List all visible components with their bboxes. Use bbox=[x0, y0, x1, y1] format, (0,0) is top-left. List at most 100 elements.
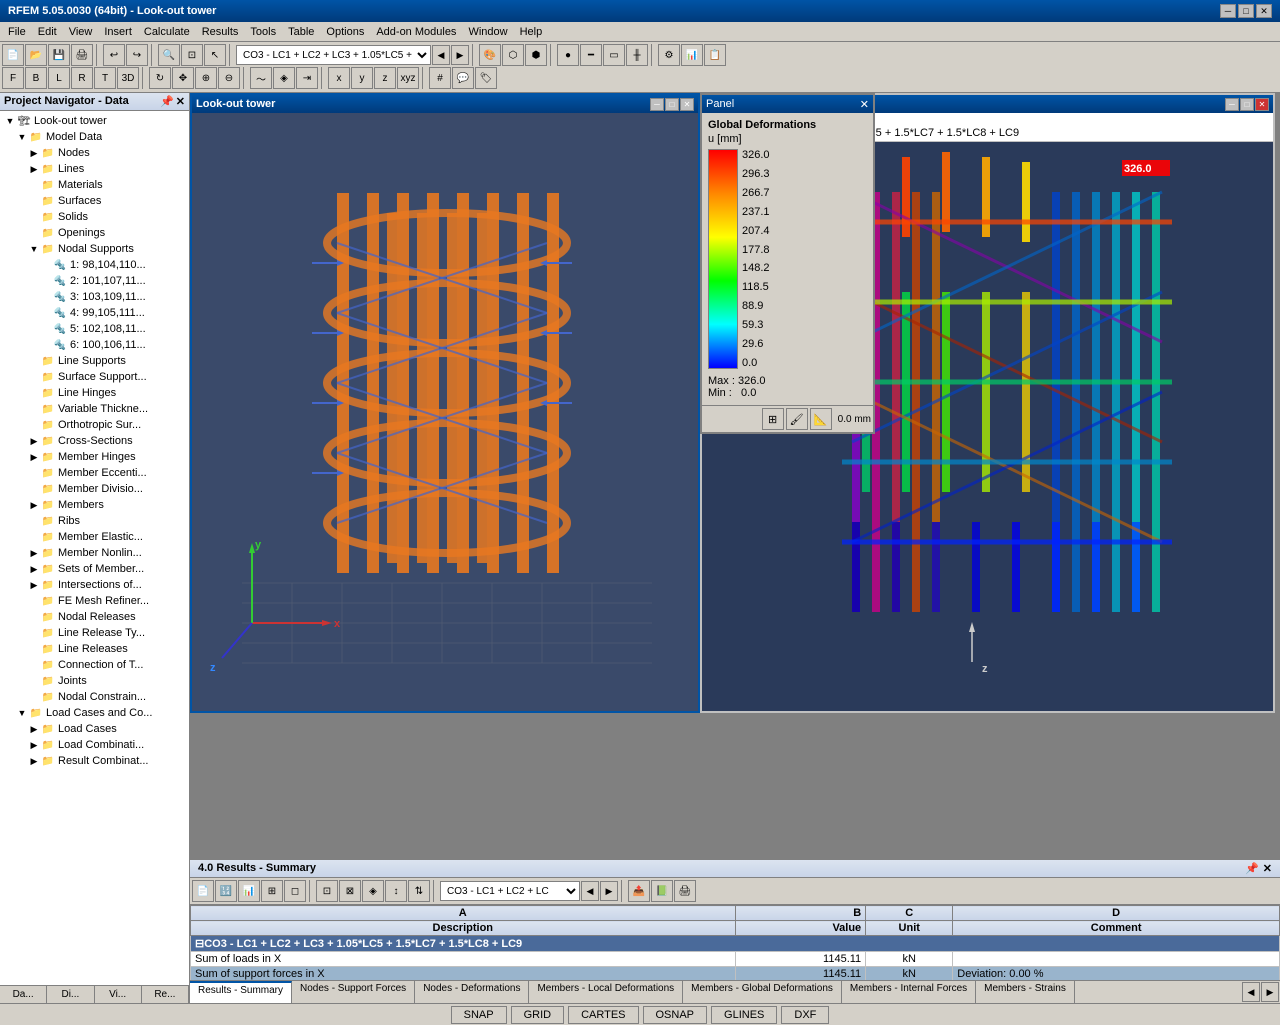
panel-icon-paint[interactable]: 🖌 bbox=[786, 408, 808, 430]
tree-ns-2[interactable]: 🔩 2: 101,107,11... bbox=[38, 273, 187, 289]
results-tab-node-deform[interactable]: Nodes - Deformations bbox=[415, 981, 529, 1003]
res-tb-print[interactable]: 🖨 bbox=[674, 880, 696, 902]
res-tb-4[interactable]: ⊞ bbox=[261, 880, 283, 902]
tree-intersections[interactable]: ▶ 📁 Intersections of... bbox=[26, 577, 187, 593]
nav-tab-vi[interactable]: Vi... bbox=[95, 986, 142, 1003]
tree-load-cases[interactable]: ▼ 📁 Load Cases and Co... bbox=[14, 705, 187, 721]
glines-btn[interactable]: GLINES bbox=[711, 1006, 777, 1024]
results-tab-member-local[interactable]: Members - Local Deformations bbox=[529, 981, 683, 1003]
pan-btn[interactable]: ✥ bbox=[172, 67, 194, 89]
y-btn[interactable]: y bbox=[351, 67, 373, 89]
results-tab-summary[interactable]: Results - Summary bbox=[190, 981, 292, 1003]
zoom-out-btn[interactable]: ⊖ bbox=[218, 67, 240, 89]
osnap-btn[interactable]: OSNAP bbox=[643, 1006, 708, 1024]
res-tb-5[interactable]: ◻ bbox=[284, 880, 306, 902]
tree-nodal-sup[interactable]: ▼ 📁 Nodal Supports bbox=[26, 241, 187, 257]
stress-btn[interactable]: ◈ bbox=[273, 67, 295, 89]
redo-btn[interactable]: ↪ bbox=[126, 44, 148, 66]
tree-openings[interactable]: 📁 Openings bbox=[26, 225, 187, 241]
back-view-btn[interactable]: B bbox=[25, 67, 47, 89]
deform-btn[interactable]: 〜 bbox=[250, 67, 272, 89]
nav-tab-da[interactable]: Da... bbox=[0, 986, 47, 1003]
panel-icon-ruler[interactable]: 📐 bbox=[810, 408, 832, 430]
front-view-btn[interactable]: F bbox=[2, 67, 24, 89]
menu-calculate[interactable]: Calculate bbox=[138, 24, 196, 40]
results-tab-member-strains[interactable]: Members - Strains bbox=[976, 981, 1075, 1003]
res-tb-2[interactable]: 🔢 bbox=[215, 880, 237, 902]
tree-ns-3[interactable]: 🔩 3: 103,109,11... bbox=[38, 289, 187, 305]
tree-nodal-rel[interactable]: 📁 Nodal Releases bbox=[26, 609, 187, 625]
mdi-close-left[interactable]: ✕ bbox=[680, 98, 694, 111]
tree-line-hinges[interactable]: 📁 Line Hinges bbox=[26, 385, 187, 401]
snap-btn[interactable]: SNAP bbox=[451, 1006, 507, 1024]
render-btn[interactable]: 🎨 bbox=[479, 44, 501, 66]
tree-lc-cases[interactable]: ▶ 📁 Load Cases bbox=[26, 721, 187, 737]
grid-btn[interactable]: GRID bbox=[511, 1006, 565, 1024]
comment-btn[interactable]: 💬 bbox=[452, 67, 474, 89]
mdi-max-right[interactable]: □ bbox=[1240, 98, 1254, 111]
res-tb-7[interactable]: ⊠ bbox=[339, 880, 361, 902]
panel-close[interactable]: ✕ bbox=[860, 98, 869, 111]
tree-ribs[interactable]: 📁 Ribs bbox=[26, 513, 187, 529]
surface-btn[interactable]: ▭ bbox=[603, 44, 625, 66]
menu-tools[interactable]: Tools bbox=[244, 24, 282, 40]
table-row-sup-x[interactable]: Sum of support forces in X 1145.11 kN De… bbox=[191, 967, 1280, 981]
res-tb-export[interactable]: 📤 bbox=[628, 880, 650, 902]
force-btn[interactable]: ⇥ bbox=[296, 67, 318, 89]
tree-ortho[interactable]: 📁 Orthotropic Sur... bbox=[26, 417, 187, 433]
member-btn[interactable]: ╫ bbox=[626, 44, 648, 66]
res-tb-9[interactable]: ↕ bbox=[385, 880, 407, 902]
tree-cross-sec[interactable]: ▶ 📁 Cross-Sections bbox=[26, 433, 187, 449]
mdi-min-left[interactable]: ─ bbox=[650, 98, 664, 111]
x-btn[interactable]: x bbox=[328, 67, 350, 89]
res-tb-6[interactable]: ⊡ bbox=[316, 880, 338, 902]
dxf-btn[interactable]: DXF bbox=[781, 1006, 829, 1024]
open-btn[interactable]: 📂 bbox=[25, 44, 47, 66]
right-view-btn[interactable]: R bbox=[71, 67, 93, 89]
print-btn[interactable]: 🖨 bbox=[71, 44, 93, 66]
tree-member-nonlin[interactable]: ▶ 📁 Member Nonlin... bbox=[26, 545, 187, 561]
combo-next[interactable]: ▶ bbox=[451, 45, 469, 65]
tree-lc-combis[interactable]: ▶ 📁 Load Combinati... bbox=[26, 737, 187, 753]
mdi-min-right[interactable]: ─ bbox=[1225, 98, 1239, 111]
menu-help[interactable]: Help bbox=[514, 24, 549, 40]
mdi-max-left[interactable]: □ bbox=[665, 98, 679, 111]
tree-lines[interactable]: ▶ 📁 Lines bbox=[26, 161, 187, 177]
load-combo[interactable]: CO3 - LC1 + LC2 + LC3 + 1.05*LC5 + bbox=[236, 45, 431, 65]
tree-nodes[interactable]: ▶ 📁 Nodes bbox=[26, 145, 187, 161]
undo-btn[interactable]: ↩ bbox=[103, 44, 125, 66]
tree-sets-member[interactable]: ▶ 📁 Sets of Member... bbox=[26, 561, 187, 577]
cartes-btn[interactable]: CARTES bbox=[568, 1006, 638, 1024]
menu-insert[interactable]: Insert bbox=[98, 24, 138, 40]
tree-conn-truss[interactable]: 📁 Connection of T... bbox=[26, 657, 187, 673]
solid-btn[interactable]: ⬢ bbox=[525, 44, 547, 66]
tag-btn[interactable]: 🏷 bbox=[475, 67, 497, 89]
select-btn[interactable]: ↖ bbox=[204, 44, 226, 66]
navigator-pin[interactable]: 📌 bbox=[160, 95, 174, 108]
results-pin[interactable]: 📌 bbox=[1245, 862, 1259, 875]
tree-ns-1[interactable]: 🔩 1: 98,104,110... bbox=[38, 257, 187, 273]
tree-joints[interactable]: 📁 Joints bbox=[26, 673, 187, 689]
nav-tab-re[interactable]: Re... bbox=[142, 986, 189, 1003]
tree-fe-mesh[interactable]: 📁 FE Mesh Refiner... bbox=[26, 593, 187, 609]
3d-view-btn[interactable]: 3D bbox=[117, 67, 139, 89]
menu-edit[interactable]: Edit bbox=[32, 24, 63, 40]
tree-ns-4[interactable]: 🔩 4: 99,105,111... bbox=[38, 305, 187, 321]
z-btn[interactable]: z bbox=[374, 67, 396, 89]
menu-options[interactable]: Options bbox=[320, 24, 370, 40]
tree-surfaces[interactable]: 📁 Surfaces bbox=[26, 193, 187, 209]
tree-lc-result[interactable]: ▶ 📁 Result Combinat... bbox=[26, 753, 187, 769]
tree-root[interactable]: ▼ 🏗 Look-out tower bbox=[2, 113, 187, 129]
tree-line-rel-type[interactable]: 📁 Line Release Ty... bbox=[26, 625, 187, 641]
tree-line-sup[interactable]: 📁 Line Supports bbox=[26, 353, 187, 369]
res-tb-3[interactable]: 📊 bbox=[238, 880, 260, 902]
menu-window[interactable]: Window bbox=[462, 24, 513, 40]
tab-scroll-left[interactable]: ◀ bbox=[1242, 982, 1260, 1002]
menu-view[interactable]: View bbox=[63, 24, 99, 40]
panel-icon-grid[interactable]: ⊞ bbox=[762, 408, 784, 430]
tree-member-div[interactable]: 📁 Member Divisio... bbox=[26, 481, 187, 497]
result-btn[interactable]: 📊 bbox=[681, 44, 703, 66]
mdi-close-right[interactable]: ✕ bbox=[1255, 98, 1269, 111]
tree-members[interactable]: ▶ 📁 Members bbox=[26, 497, 187, 513]
close-button[interactable]: ✕ bbox=[1256, 4, 1272, 18]
